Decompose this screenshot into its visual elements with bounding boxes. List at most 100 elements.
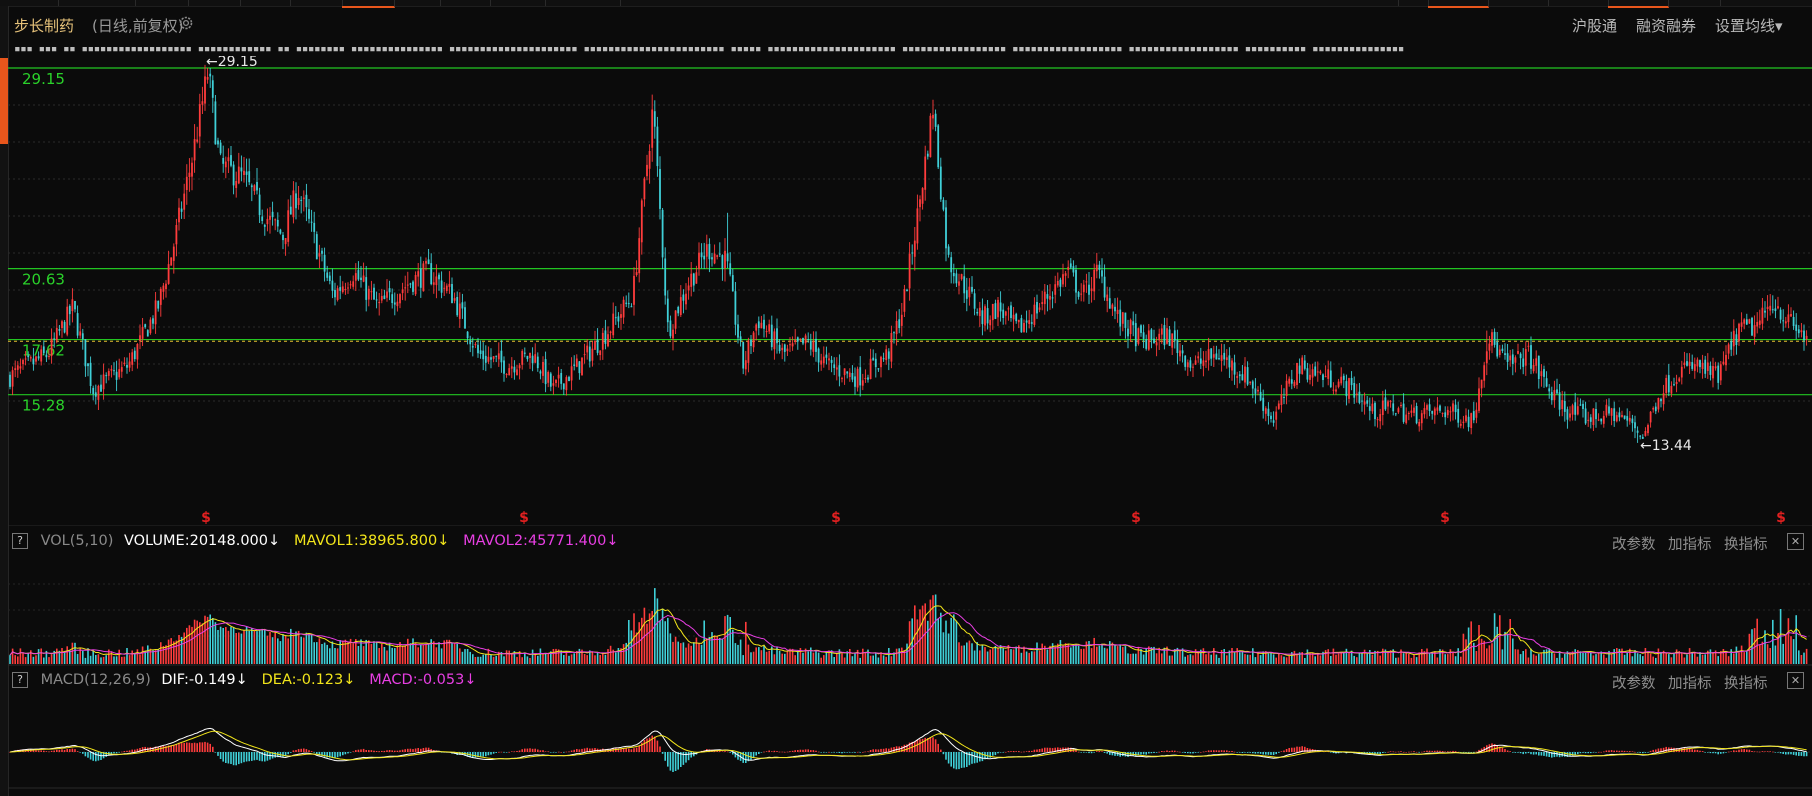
macd-indicator-name[interactable]: MACD(12,26,9) [41,672,151,688]
volume-bar [1116,646,1119,664]
candle-body [1420,413,1423,424]
macd-bar [1080,752,1082,753]
volume-bar [898,648,900,664]
candle-body [1215,353,1218,360]
volume-bar [786,651,789,664]
candle-body [1675,382,1678,384]
macd-bar [1727,751,1730,753]
candle-body [84,339,87,367]
candle-body [601,332,604,350]
candle-body [1758,320,1761,325]
macd-bar [646,738,648,752]
stock-name[interactable]: 步长制药 [14,15,74,36]
macd-bar [1093,752,1095,753]
chart-title-bar: 步长制药 (日线,前复权) 沪股通 融资融券 设置均线▾ [8,6,1812,40]
volume-bar [1158,647,1160,664]
add-indicator-button[interactable]: 加指标 [1668,533,1712,554]
macd-bar [513,751,516,752]
edit-params-button[interactable]: 改参数 [1612,533,1656,554]
volume-bar [1296,654,1298,664]
price-chart[interactable]: 29.1520.6317.6215.28←29.15←13.44$$$$$$ [8,56,1812,526]
volume-bar [1603,654,1605,664]
macd-bar [1444,751,1446,753]
close-icon[interactable]: ✕ [1787,672,1804,689]
volume-bar [976,642,978,664]
candle-body [362,275,365,282]
volume-chart[interactable] [8,554,1812,666]
candle-body [763,319,765,329]
volume-bar [503,656,505,664]
macd-bar [240,752,243,764]
candle-body [214,101,217,145]
candle-body [492,356,495,359]
candle-body [859,367,862,386]
margin-trading-link[interactable]: 融资融券 [1636,15,1696,36]
volume-bar [37,649,40,664]
macd-bar [1096,751,1098,752]
candle-body [1202,360,1205,366]
hk-connect-link[interactable]: 沪股通 [1572,15,1617,36]
candle-body [958,281,960,286]
volume-bar [1558,651,1561,664]
macd-bar [1782,752,1784,754]
macd-bar [1085,752,1088,753]
macd-bar [823,752,825,753]
set-ma-label: 设置均线 [1715,17,1776,35]
candle-body [1181,350,1184,354]
candle-body [256,182,258,191]
candle-body [1628,417,1631,422]
switch-indicator-button[interactable]: 换指标 [1724,672,1768,693]
help-icon[interactable]: ? [12,672,28,688]
volume-bar [22,653,24,664]
macd-bar [1701,751,1704,752]
volume-bar [1041,643,1043,664]
volume-bar [547,653,549,664]
volume-bar [1111,642,1114,664]
candle-body [1610,408,1613,416]
candle-body [1709,365,1712,375]
macd-bar [1202,751,1205,753]
macd-bar [1616,750,1618,752]
candle-body [349,284,352,286]
volume-bar [1161,653,1163,664]
volume-bar [1673,653,1675,664]
macd-bar [921,738,924,752]
macd-chart[interactable] [8,692,1812,790]
close-icon[interactable]: ✕ [1787,533,1804,550]
volume-bar [682,642,685,664]
macd-bar [1545,752,1548,757]
help-icon[interactable]: ? [12,533,28,549]
volume-bar [128,655,131,664]
macd-bar [1254,752,1257,754]
candle-body [1153,338,1155,343]
add-indicator-button[interactable]: 加指标 [1668,672,1712,693]
macd-bar [1280,751,1283,752]
macd-bar [1717,752,1719,755]
candle-body [1543,369,1545,377]
candle-body [1355,393,1358,396]
gear-icon[interactable] [178,15,194,31]
volume-indicator-name[interactable]: VOL(5,10) [41,533,114,549]
macd-bar [947,752,950,764]
macd-bar [1795,752,1797,756]
edit-params-button[interactable]: 改参数 [1612,672,1656,693]
macd-bar [1496,745,1498,752]
candle-body [945,207,947,249]
macd-bar [997,752,999,754]
macd-bar [266,752,269,761]
volume-bar [427,643,430,664]
volume-bar [539,648,542,664]
macd-bar [63,750,66,752]
macd-bar [664,752,666,761]
macd-bar [518,750,521,752]
candle-body [1400,405,1402,406]
volume-bar [882,655,885,664]
volume-bar [105,655,107,664]
switch-indicator-button[interactable]: 换指标 [1724,533,1768,554]
candle-body [154,300,157,325]
set-ma-link[interactable]: 设置均线▾ [1715,15,1783,36]
volume-bar [877,657,880,664]
macd-bar [204,741,206,752]
volume-bar [1769,648,1771,664]
macd-bar [1618,750,1621,752]
